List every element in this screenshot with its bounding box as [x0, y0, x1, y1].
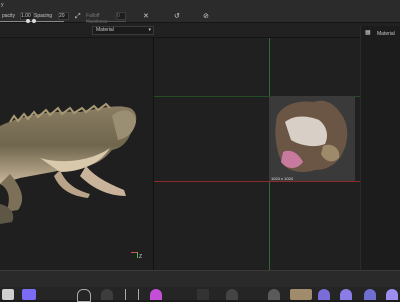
- shelf-item-material[interactable]: [22, 289, 36, 300]
- spacing-input[interactable]: 20: [58, 12, 69, 20]
- panel-material-label: Material: [377, 31, 395, 37]
- texture-size-caption: 1024 x 1024: [271, 176, 294, 181]
- reset-icon[interactable]: ↺: [174, 13, 180, 21]
- 3d-model-render: [0, 102, 137, 224]
- tool-options-bar: y pacity 1.00 Spacing 20 ⤢ Falloff 0 Har…: [0, 0, 400, 25]
- uv-axis-horizontal: [154, 181, 360, 182]
- shelf-item-brush[interactable]: [2, 289, 14, 300]
- close-icon[interactable]: ✕: [143, 13, 149, 21]
- opacity-label: pacity: [2, 13, 16, 19]
- right-side-panel: ▦ Material: [360, 26, 400, 270]
- falloff-input[interactable]: 0: [116, 12, 126, 20]
- shelf-item-sphere-purple-4[interactable]: [386, 289, 398, 300]
- shelf-item-blank-1[interactable]: [197, 289, 209, 300]
- shelf-item-sphere-purple-2[interactable]: [340, 289, 352, 300]
- material-dropdown[interactable]: Material ▾: [92, 26, 154, 35]
- texture-uv-island: [275, 100, 348, 172]
- 3d-viewport[interactable]: Z: [0, 38, 153, 270]
- window-title-fragment: y: [1, 2, 4, 8]
- shelf-item-blank-2[interactable]: [226, 289, 238, 300]
- link-icon[interactable]: ⊘: [203, 13, 209, 21]
- shelf-item-smart-1[interactable]: [268, 289, 280, 300]
- shelf-item-sphere[interactable]: [77, 289, 91, 302]
- falloff-slider[interactable]: [86, 21, 126, 22]
- texture-tile: [269, 96, 355, 181]
- viewport-header-bar: Material ▾: [0, 23, 400, 38]
- axis-z-label: Z: [139, 254, 143, 260]
- axis-gizmo-icon[interactable]: Z: [128, 248, 144, 262]
- material-dropdown-label: Material: [96, 27, 114, 33]
- spacing-label: Spacing: [34, 13, 53, 19]
- shelf-item-sphere-purple-3[interactable]: [364, 289, 376, 300]
- shelf-item-fill[interactable]: [150, 289, 162, 300]
- shelf-item-texture[interactable]: [290, 289, 312, 300]
- status-bar: [0, 270, 400, 287]
- layout-icon[interactable]: ▦: [365, 29, 371, 37]
- shelf-item-stroke[interactable]: [125, 289, 139, 300]
- shelf-item-shape[interactable]: [101, 289, 113, 300]
- shelf-item-sphere-purple-1[interactable]: [318, 289, 330, 300]
- chevron-down-icon: ▾: [148, 27, 151, 33]
- picker-icon[interactable]: ⤢: [75, 13, 81, 21]
